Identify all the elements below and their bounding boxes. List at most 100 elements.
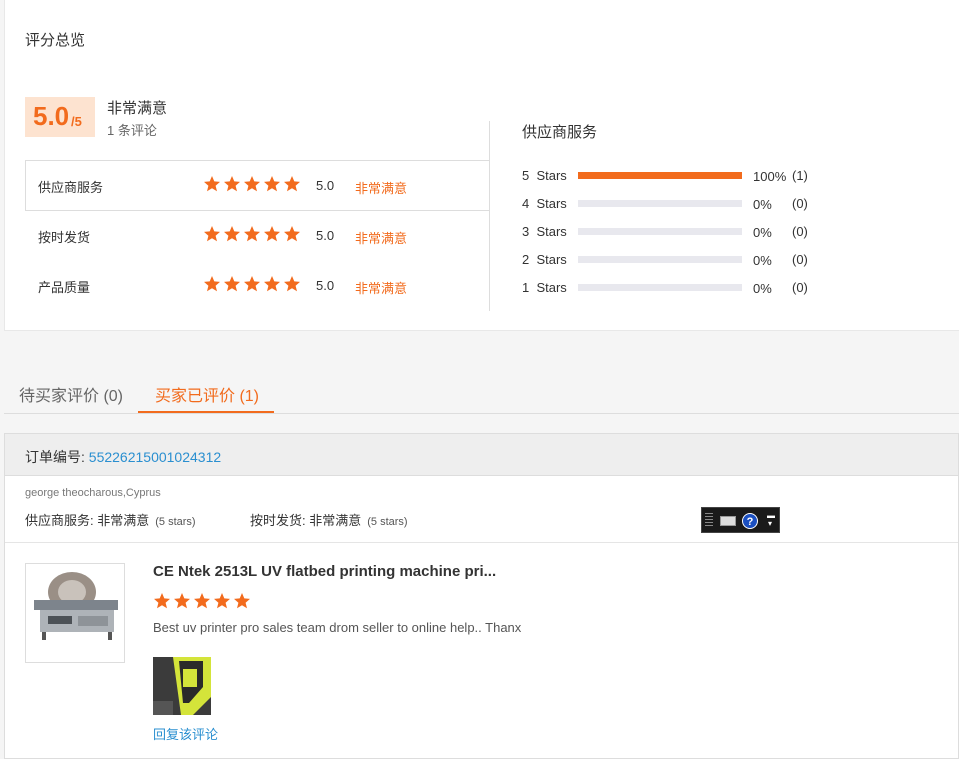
product-title-link[interactable]: CE Ntek 2513L UV flatbed printing machin… [153, 563, 496, 580]
distribution-row-4: 4 Stars 0% (0) [522, 194, 822, 214]
delivery-rating-text: 按时发货: 非常满意 [250, 513, 362, 528]
review-photo[interactable] [153, 657, 211, 715]
order-review-card: 订单编号: 55226215001024312 george theocharo… [4, 433, 959, 759]
printer-machine-image [26, 564, 124, 662]
review-star-rating [153, 592, 253, 610]
distribution-bar [578, 284, 742, 291]
star-icon [233, 592, 251, 610]
star-icon [223, 175, 241, 193]
star-icon [203, 225, 221, 243]
overall-score-badge: 5.0 /5 [25, 97, 95, 137]
rating-row-label: 供应商服务 [38, 180, 104, 195]
rating-row-score: 5.0 [316, 278, 335, 293]
tab-pending-review[interactable]: 待买家评价 (0) [19, 382, 123, 406]
distribution-percent: 0% [753, 253, 772, 268]
distribution-label: 5 Stars [522, 168, 567, 183]
star-icon [263, 175, 281, 193]
order-number-label: 订单编号: [25, 449, 89, 465]
star-rating [203, 225, 303, 243]
rating-row-quality: 产品质量 5.0 非常满意 [25, 260, 490, 310]
order-number-row: 订单编号: 55226215001024312 [25, 447, 221, 467]
star-icon [243, 175, 261, 193]
star-icon [263, 225, 281, 243]
review-count: 1 条评论 [107, 123, 157, 138]
distribution-bar [578, 256, 742, 263]
overall-satisfaction: 非常满意 [107, 100, 168, 117]
distribution-fill [578, 172, 742, 179]
keyboard-icon[interactable] [720, 516, 736, 526]
score-max: /5 [71, 114, 82, 129]
star-rating [203, 175, 303, 193]
distribution-row-5: 5 Stars 100% (1) [522, 166, 822, 186]
review-tabs: 待买家评价 (0) 买家已评价 (1) [4, 368, 959, 414]
rating-row-label: 产品质量 [38, 280, 91, 295]
distribution-row-1: 1 Stars 0% (0) [522, 278, 822, 298]
overview-title: 评分总览 [25, 32, 86, 49]
distribution-count: (0) [792, 224, 808, 239]
distribution-label: 4 Stars [522, 196, 567, 211]
reply-review-link[interactable]: 回复该评论 [153, 724, 218, 743]
rating-row-satisfaction: 非常满意 [355, 281, 408, 296]
distribution-percent: 100% [753, 169, 787, 184]
chevron-down-icon[interactable]: ▬ ▾ [767, 512, 775, 528]
star-icon [223, 275, 241, 293]
review-photo-image [153, 657, 211, 715]
active-tab-indicator [138, 411, 274, 413]
star-icon [203, 175, 221, 193]
distribution-count: (1) [792, 168, 808, 183]
grip-icon[interactable] [705, 513, 713, 527]
rating-row-score: 5.0 [316, 178, 335, 193]
star-icon [193, 592, 211, 610]
star-icon [283, 225, 301, 243]
distribution-percent: 0% [753, 225, 772, 240]
section-divider [5, 542, 958, 543]
distribution-label: 1 Stars [522, 280, 567, 295]
star-icon [173, 592, 191, 610]
star-rating [203, 275, 303, 293]
rating-row-satisfaction: 非常满意 [355, 181, 408, 196]
rating-row-satisfaction: 非常满意 [355, 231, 408, 246]
rating-row-delivery: 按时发货 5.0 非常满意 [25, 210, 490, 260]
distribution-bar [578, 172, 742, 179]
help-icon[interactable]: ? [742, 513, 758, 529]
distribution-bar [578, 200, 742, 207]
rating-row-score: 5.0 [316, 228, 335, 243]
order-header: 订单编号: 55226215001024312 [5, 434, 958, 476]
distribution-title: 供应商服务 [522, 124, 598, 141]
buyer-delivery-rating: 按时发货: 非常满意 (5 stars) [250, 510, 408, 529]
rating-rows: 供应商服务 5.0 非常满意 按时发货 5.0 非常满意 产品质量 5.0 非常… [25, 160, 490, 311]
column-divider [489, 121, 490, 311]
floating-toolbar[interactable]: ? ▬ ▾ [701, 507, 780, 533]
distribution-label: 3 Stars [522, 224, 567, 239]
distribution-count: (0) [792, 252, 808, 267]
star-icon [203, 275, 221, 293]
rating-row-label: 按时发货 [38, 230, 91, 245]
product-thumbnail[interactable] [25, 563, 125, 663]
supplier-rating-stars: (5 stars) [155, 516, 196, 528]
distribution-bar [578, 228, 742, 235]
star-icon [283, 275, 301, 293]
rating-overview-panel: 评分总览 5.0 /5 非常满意 1 条评论 供应商服务 5.0 非常满意 按时… [4, 0, 959, 331]
star-icon [243, 225, 261, 243]
delivery-rating-stars: (5 stars) [367, 516, 408, 528]
distribution-percent: 0% [753, 197, 772, 212]
order-number-link[interactable]: 55226215001024312 [89, 449, 221, 465]
distribution-row-2: 2 Stars 0% (0) [522, 250, 822, 270]
star-icon [223, 225, 241, 243]
star-icon [263, 275, 281, 293]
tab-reviewed[interactable]: 买家已评价 (1) [155, 382, 259, 406]
distribution-row-3: 3 Stars 0% (0) [522, 222, 822, 242]
star-icon [213, 592, 231, 610]
supplier-rating-text: 供应商服务: 非常满意 [25, 513, 150, 528]
buyer-name: george theocharous,Cyprus [25, 487, 161, 499]
buyer-supplier-rating: 供应商服务: 非常满意 (5 stars) [25, 510, 196, 529]
distribution-percent: 0% [753, 281, 772, 296]
distribution-label: 2 Stars [522, 252, 567, 267]
star-icon [153, 592, 171, 610]
star-icon [283, 175, 301, 193]
star-icon [243, 275, 261, 293]
overall-score: 5.0 [33, 101, 70, 131]
distribution-count: (0) [792, 280, 808, 295]
rating-row-supplier: 供应商服务 5.0 非常满意 [25, 160, 490, 210]
distribution-count: (0) [792, 196, 808, 211]
